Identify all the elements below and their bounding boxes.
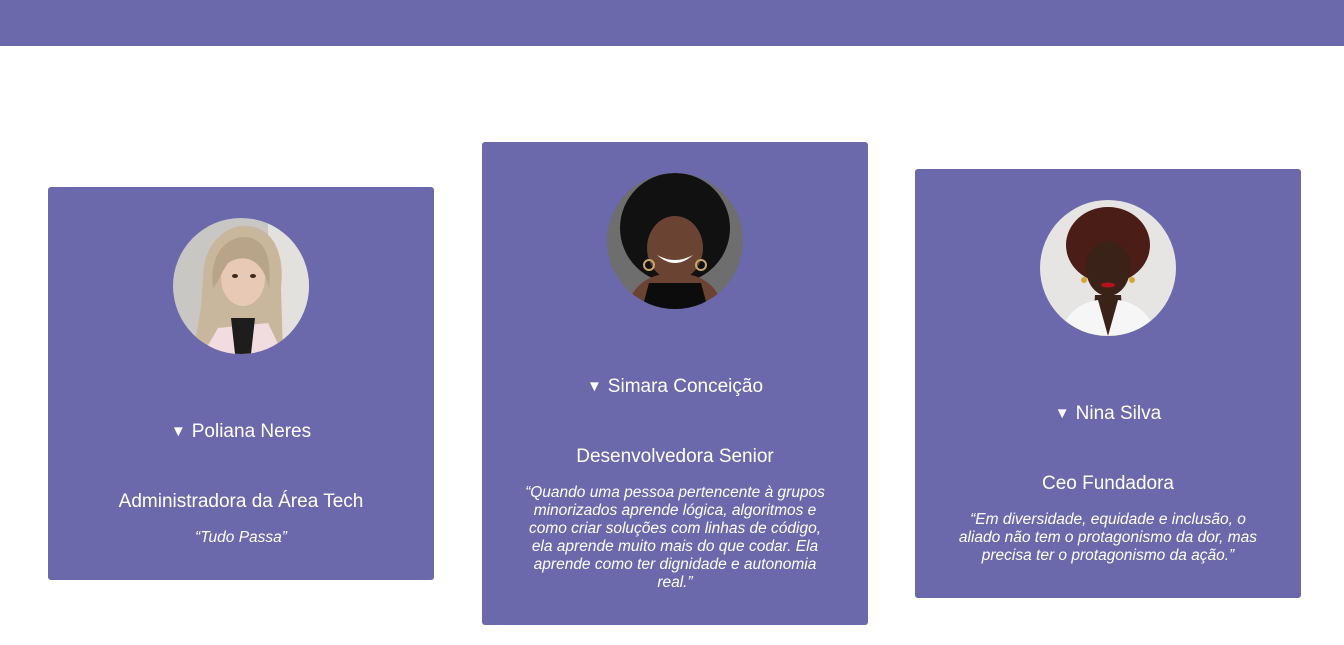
member-role: Desenvolvedora Senior: [576, 446, 774, 467]
caret-down-icon: ▼: [170, 423, 186, 440]
profile-card-nina: ▼ Nina Silva Ceo Fundadora “Em diversidad…: [915, 169, 1301, 598]
member-quote: “Tudo Passa”: [195, 529, 287, 546]
avatar: [607, 173, 743, 309]
name-disclosure[interactable]: ▼ Poliana Neres: [48, 420, 434, 444]
member-role: Ceo Fundadora: [1041, 473, 1175, 494]
portrait-photo: [173, 218, 309, 354]
caret-down-icon: ▼: [1054, 405, 1070, 422]
member-name: Simara Conceição: [607, 376, 764, 397]
avatar: [173, 218, 309, 354]
name-disclosure[interactable]: ▼ Nina Silva: [915, 402, 1301, 426]
avatar: [1040, 200, 1176, 336]
portrait-photo: [607, 173, 743, 309]
member-name: Nina Silva: [1075, 403, 1162, 424]
profile-card-poliana: ▼ Poliana Neres Administradora da Área Te…: [48, 187, 434, 580]
member-role: Administradora da Área Tech: [118, 491, 364, 512]
member-quote: “Quando uma pessoa pertencente à grupos …: [525, 484, 825, 591]
member-quote: “Em diversidade, equidade e inclusão, o …: [958, 511, 1258, 564]
top-header-bar: [0, 0, 1344, 46]
member-name: Poliana Neres: [191, 421, 312, 442]
profile-card-simara: ▼ Simara Conceição Desenvolvedora Senior …: [482, 142, 868, 625]
name-disclosure[interactable]: ▼ Simara Conceição: [482, 375, 868, 399]
caret-down-icon: ▼: [586, 378, 602, 395]
portrait-photo: [1040, 200, 1176, 336]
